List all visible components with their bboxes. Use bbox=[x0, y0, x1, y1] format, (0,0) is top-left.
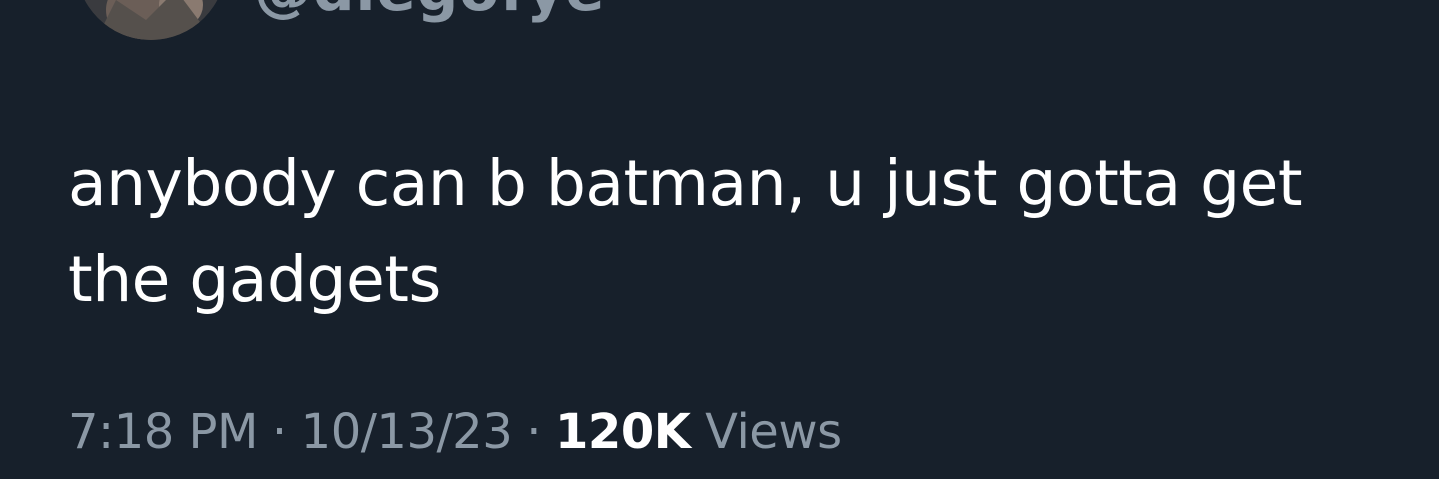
tweet-time[interactable]: 7:18 PM bbox=[68, 404, 258, 460]
author-handle[interactable]: @diegofye bbox=[254, 0, 605, 24]
tweet-date[interactable]: 10/13/23 bbox=[301, 404, 513, 460]
avatar[interactable] bbox=[76, 0, 226, 40]
avatar-image bbox=[76, 0, 226, 40]
tweet-meta: 7:18 PM · 10/13/23 · 120K Views bbox=[68, 400, 842, 464]
tweet-text-line: the gadgets bbox=[68, 243, 441, 316]
tweet-text-line: anybody can b batman, u just gotta get bbox=[68, 147, 1303, 220]
views-label: Views bbox=[705, 404, 842, 460]
tweet-text: anybody can b batman, u just gotta get t… bbox=[68, 136, 1398, 328]
views-count: 120K bbox=[555, 404, 691, 460]
separator: · bbox=[271, 404, 287, 460]
separator: · bbox=[526, 404, 542, 460]
